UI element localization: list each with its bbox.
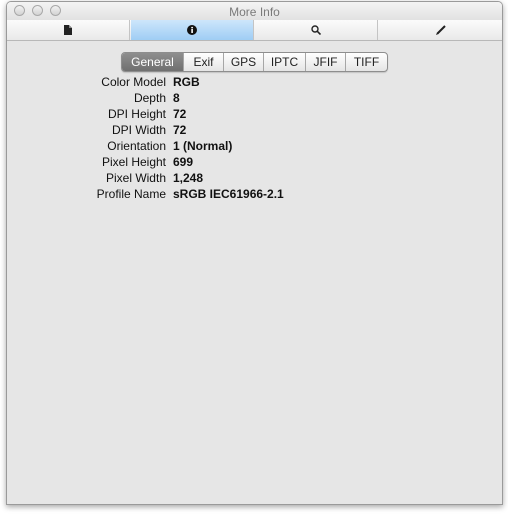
tab-general[interactable]: General (122, 53, 183, 71)
property-key: Color Model (101, 75, 166, 89)
toolbar-file-button[interactable] (7, 20, 130, 40)
tab-exif[interactable]: Exif (183, 53, 223, 71)
property-key: Pixel Width (105, 171, 166, 185)
property-key: Orientation (107, 139, 166, 153)
property-key: DPI Height (107, 107, 166, 121)
tab-tiff[interactable]: TIFF (345, 53, 387, 71)
property-key: Depth (133, 91, 166, 105)
tab-iptc[interactable]: IPTC (263, 53, 305, 71)
title-bar[interactable]: More Info (7, 2, 502, 21)
property-row: Orientation 1 (Normal) (7, 139, 502, 155)
tab-gps[interactable]: GPS (223, 53, 263, 71)
pencil-icon (435, 25, 446, 35)
property-value: 72 (173, 107, 187, 121)
property-row: DPI Width 72 (7, 123, 502, 139)
more-info-window: More Info General Exif GPS IPTC JFIF TIF… (6, 1, 503, 505)
property-key: Profile Name (96, 187, 166, 201)
property-row: Depth 8 (7, 91, 502, 107)
property-row: Color Model RGB (7, 75, 502, 91)
property-value: RGB (173, 75, 200, 89)
toolbar-edit-button[interactable] (379, 20, 502, 40)
window-title: More Info (229, 5, 280, 19)
property-row: Pixel Width 1,248 (7, 171, 502, 187)
toolbar-search-button[interactable] (255, 20, 378, 40)
inspector-tabs: General Exif GPS IPTC JFIF TIFF (121, 52, 388, 72)
toolbar (7, 20, 502, 41)
property-row: Pixel Height 699 (7, 155, 502, 171)
property-value: 1,248 (173, 171, 204, 185)
info-icon (187, 25, 197, 35)
property-value: 699 (173, 155, 194, 169)
property-value: 1 (Normal) (173, 139, 233, 153)
property-row: Profile Name sRGB IEC61966-2.1 (7, 187, 502, 203)
search-icon (311, 25, 321, 35)
tab-jfif[interactable]: JFIF (305, 53, 345, 71)
document-icon (64, 25, 72, 35)
property-key: Pixel Height (101, 155, 166, 169)
property-value: 8 (173, 91, 180, 105)
property-value: sRGB IEC61966-2.1 (173, 187, 284, 201)
property-value: 72 (173, 123, 187, 137)
toolbar-info-button[interactable] (131, 20, 254, 40)
property-row: DPI Height 72 (7, 107, 502, 123)
property-key: DPI Width (111, 123, 166, 137)
